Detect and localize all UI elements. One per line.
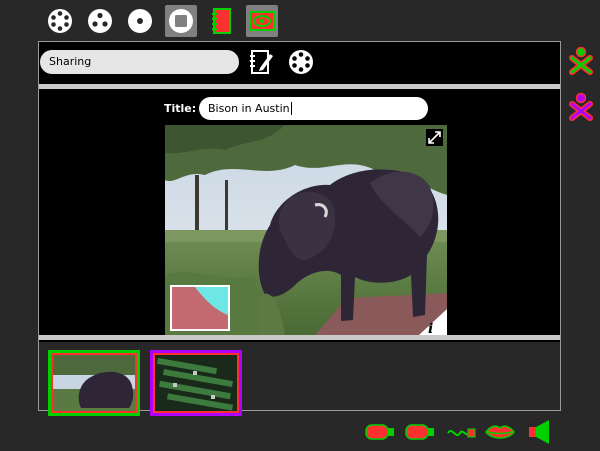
title-input[interactable]: Bison in Austin <box>199 97 428 120</box>
journal-detail-frame: Sharing Title: Bison in Austin i <box>38 41 561 416</box>
view-icon[interactable] <box>246 5 278 37</box>
neighborhood-icon[interactable] <box>44 5 76 37</box>
info-icon[interactable]: i <box>419 309 447 335</box>
circuit-thumbnail[interactable] <box>150 350 242 416</box>
share-icon[interactable] <box>288 49 314 79</box>
buddy-purple-icon[interactable] <box>568 92 594 126</box>
title-value: Bison in Austin <box>208 102 290 115</box>
journal-icon[interactable] <box>247 48 275 80</box>
sharing-select[interactable]: Sharing <box>40 50 239 74</box>
microphone-icon[interactable] <box>484 422 516 446</box>
title-label: Title: <box>164 102 197 115</box>
group-icon[interactable] <box>84 5 116 37</box>
thumbnail-bar <box>39 342 560 416</box>
network-icon[interactable] <box>446 424 476 446</box>
info-label: i <box>428 321 433 335</box>
separator <box>39 84 560 89</box>
speaker-icon[interactable] <box>527 419 553 449</box>
share-toolbar: Sharing <box>39 42 560 84</box>
activity-stop-icon[interactable] <box>165 5 197 37</box>
fullscreen-icon[interactable] <box>426 129 443 146</box>
bison-photo: i <box>165 125 447 335</box>
usb-drive-icon[interactable] <box>365 422 395 446</box>
bison-thumbnail[interactable] <box>48 350 140 416</box>
journal-activity-icon[interactable] <box>206 5 238 37</box>
home-icon[interactable] <box>124 5 156 37</box>
buddy-green-icon[interactable] <box>568 46 594 80</box>
separator-bottom <box>39 335 560 340</box>
usb-drive-icon-2[interactable] <box>405 422 435 446</box>
